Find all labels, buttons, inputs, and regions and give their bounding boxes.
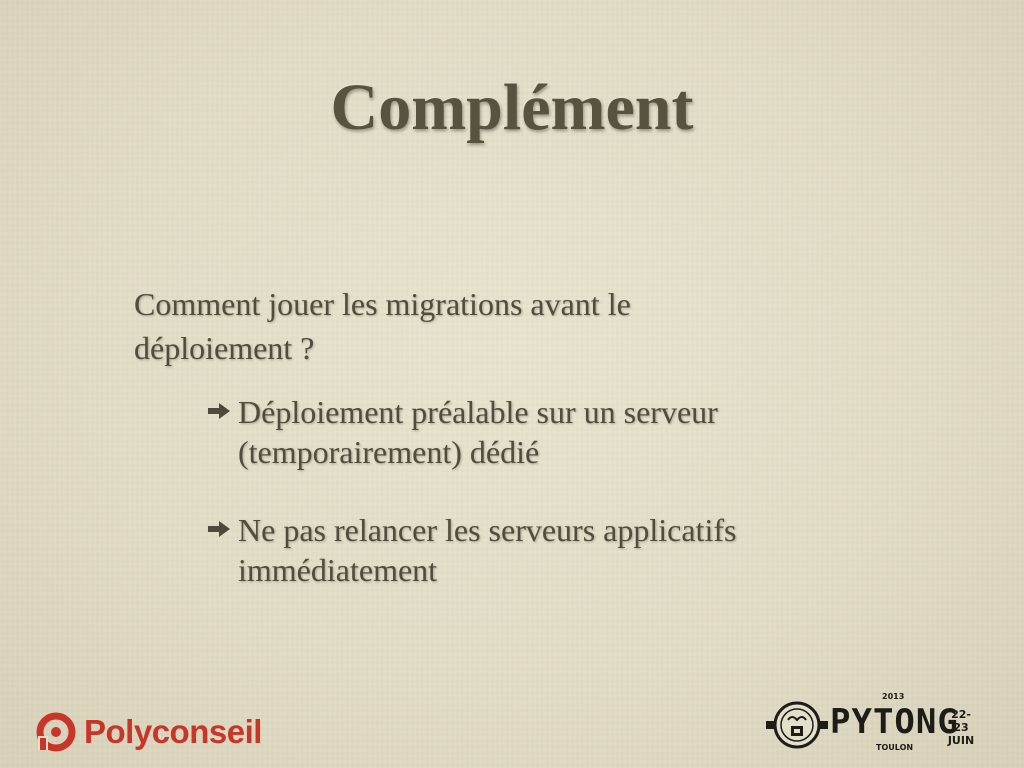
arrow-right-icon (208, 403, 230, 419)
slide-title: Complément (330, 71, 694, 144)
pytong-year: 2013 (882, 692, 905, 701)
pytong-city: TOULON (876, 743, 914, 752)
slide-content: Comment jouer les migrations avant le dé… (134, 282, 854, 628)
polyconseil-brand-text: Polyconseil (84, 713, 262, 750)
slide: Complément Comment jouer les migrations … (0, 0, 1024, 768)
bullet-item: Déploiement préalable sur un serveur (te… (206, 392, 838, 472)
polyconseil-logo: Polyconseil (36, 710, 262, 754)
pytong-logo: 2013 PYTONG TOULON 22-23 JUIN (766, 688, 976, 758)
arrow-right-icon (208, 521, 230, 537)
pytong-dates: 22-23 JUIN (946, 708, 976, 747)
pytong-badge-icon (766, 701, 828, 749)
pytong-dates-month: JUIN (947, 734, 975, 747)
bullet-text: Déploiement préalable sur un serveur (te… (238, 394, 718, 470)
bullet-text: Ne pas relancer les serveurs applicatifs… (238, 512, 737, 588)
pytong-name: PYTONG (830, 702, 959, 742)
pytong-dates-days: 22-23 (951, 708, 971, 734)
question-text: Comment jouer les migrations avant le dé… (134, 286, 631, 366)
bullet-item: Ne pas relancer les serveurs applicatifs… (206, 510, 838, 590)
bullet-list: Déploiement préalable sur un serveur (te… (134, 392, 854, 590)
polyconseil-logo-icon (36, 712, 76, 752)
